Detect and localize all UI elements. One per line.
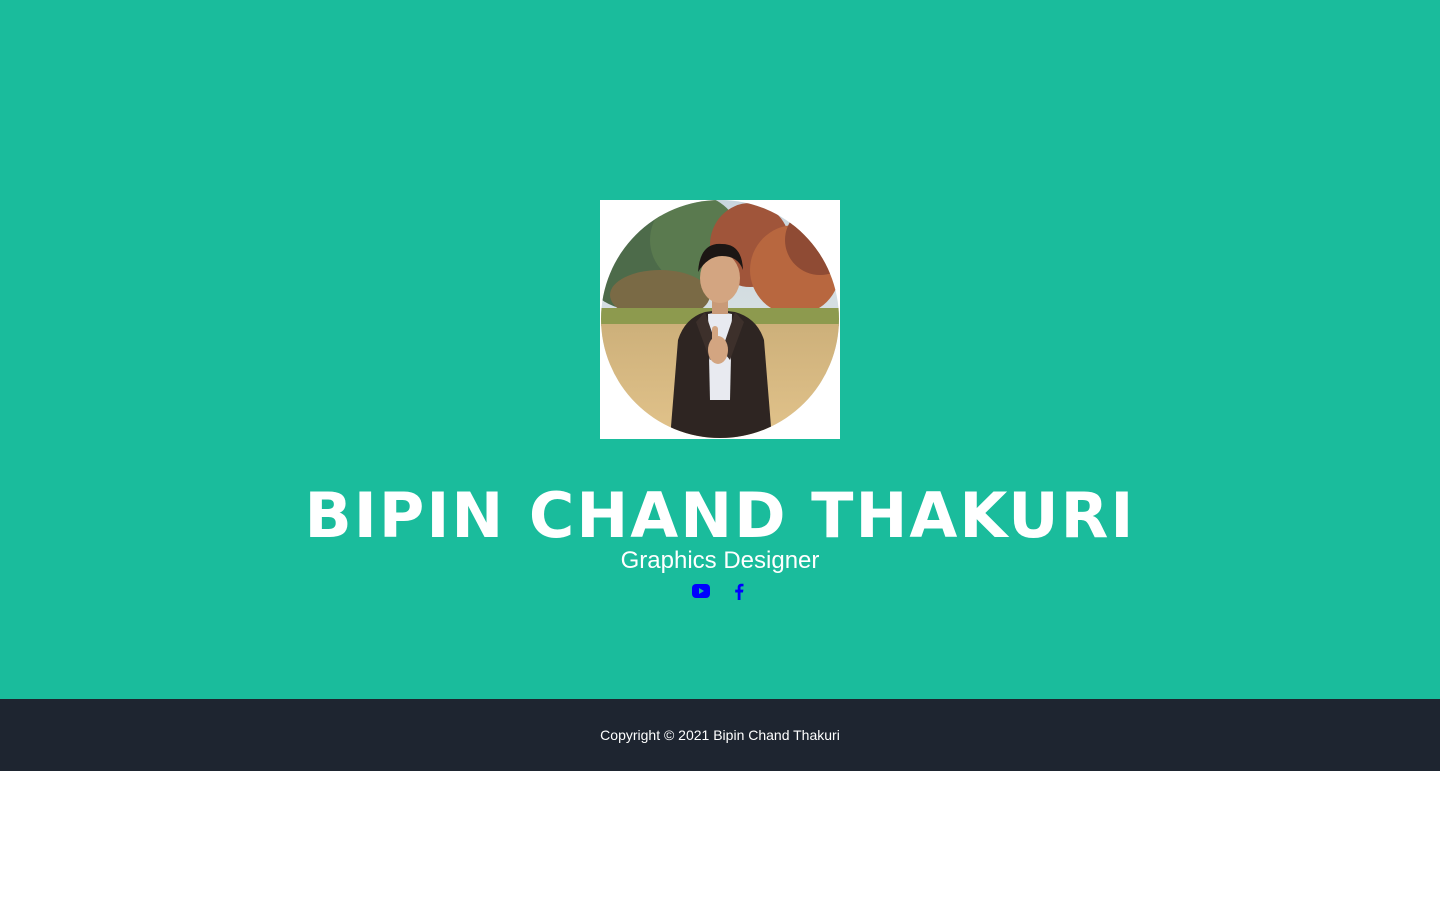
youtube-link[interactable] xyxy=(692,582,710,600)
footer: Copyright © 2021 Bipin Chand Thakuri xyxy=(0,699,1440,771)
hero-section: BIPIN CHAND THAKURI Graphics Designer xyxy=(0,0,1440,699)
avatar xyxy=(600,200,840,439)
facebook-link[interactable] xyxy=(730,582,748,600)
social-links xyxy=(0,580,1440,602)
youtube-icon xyxy=(692,584,710,598)
facebook-icon xyxy=(735,583,744,600)
avatar-photo xyxy=(601,200,839,438)
profile-title: Graphics Designer xyxy=(620,547,820,574)
copyright-text: Copyright © 2021 Bipin Chand Thakuri xyxy=(600,727,840,743)
